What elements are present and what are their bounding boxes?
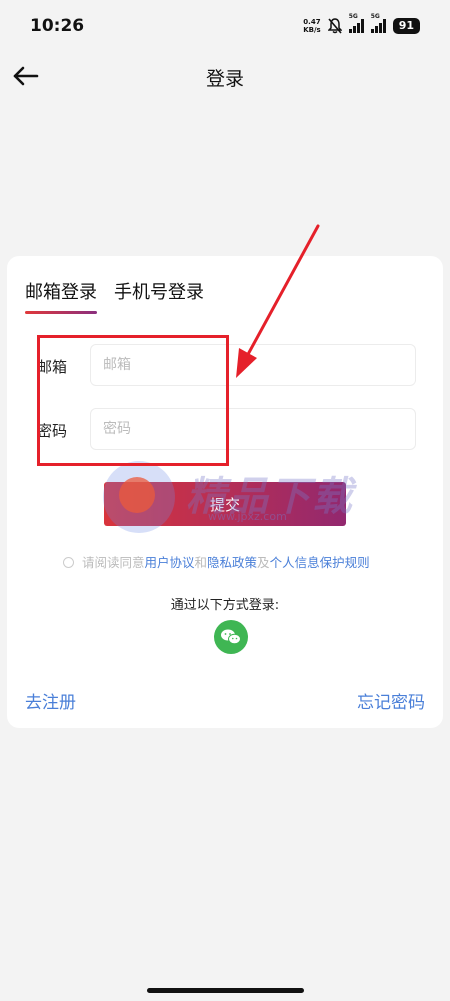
status-time: 10:26: [30, 16, 85, 36]
agreement-text: 请阅读同意用户协议和隐私政策及个人信息保护规则: [63, 552, 423, 571]
alt-login-title: 通过以下方式登录:: [170, 598, 280, 613]
wechat-login-button[interactable]: [214, 620, 248, 654]
login-tabs: 邮箱登录 手机号登录: [25, 278, 204, 314]
agreement-radio[interactable]: [63, 557, 74, 568]
status-icons: 0.47 KB/s 5G 5G 91: [303, 13, 420, 36]
network-speed: 0.47 KB/s: [303, 18, 321, 34]
battery-icon: 91: [392, 18, 420, 34]
user-agreement-link[interactable]: 用户协议: [145, 555, 195, 570]
app-header: 登录: [0, 52, 450, 100]
signal-icon-2: 5G: [370, 13, 386, 33]
tab-email-login[interactable]: 邮箱登录: [25, 278, 97, 314]
register-link[interactable]: 去注册: [25, 688, 76, 713]
home-indicator[interactable]: [147, 988, 304, 993]
status-bar: 10:26 0.47 KB/s 5G 5G 91: [0, 0, 450, 52]
signal-icon-1: 5G: [348, 13, 364, 33]
wechat-icon: [221, 629, 241, 645]
mute-bell-icon: [327, 18, 342, 34]
login-card: 邮箱登录 手机号登录 邮箱 密码 提交 请阅读同意用户协议和隐私政策及个人信息保…: [7, 256, 443, 728]
submit-button[interactable]: 提交: [104, 482, 346, 526]
tab-phone-login[interactable]: 手机号登录: [114, 278, 204, 314]
privacy-policy-link[interactable]: 隐私政策: [207, 555, 257, 570]
forgot-password-link[interactable]: 忘记密码: [357, 688, 425, 713]
annotation-highlight-box: [37, 335, 229, 466]
page-title: 登录: [205, 68, 244, 90]
personal-info-rules-link[interactable]: 个人信息保护规则: [270, 555, 370, 570]
